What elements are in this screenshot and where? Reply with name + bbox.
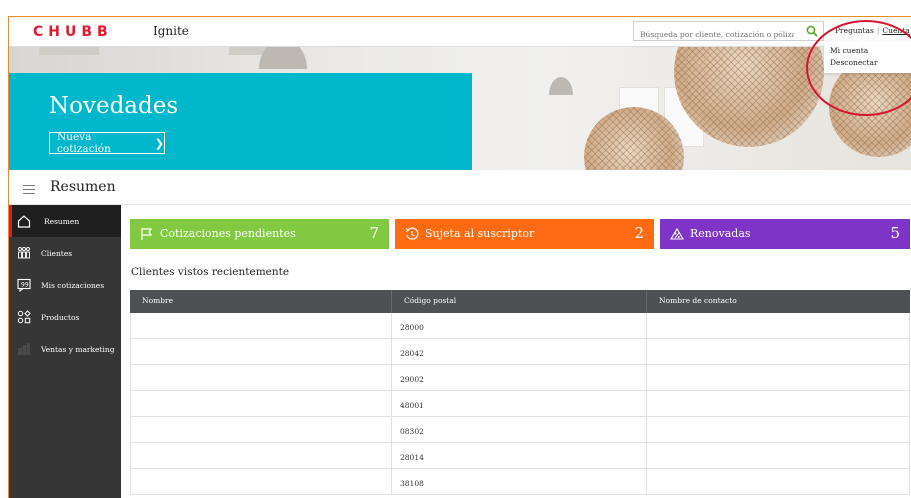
cell-contact: [647, 443, 910, 468]
chubb-logo[interactable]: CHUBB: [33, 23, 129, 39]
card-label: Cotizaciones pendientes: [160, 227, 296, 240]
questions-link[interactable]: Preguntas: [835, 26, 874, 35]
sidebar-item-label: Resumen: [44, 216, 80, 226]
pendant-lamp: [259, 47, 307, 69]
card-count: 5: [890, 224, 900, 242]
page-title: Resumen: [50, 179, 116, 195]
app-frame: CHUBB Ignite Preguntas|Cuenta Novedades …: [8, 16, 911, 498]
sidebar-item-label: Productos: [41, 312, 80, 322]
home-icon: [17, 215, 31, 228]
cell-contact: [647, 365, 910, 390]
cell-contact: [647, 313, 910, 338]
sidebar-item-ventas-marketing[interactable]: Ventas y marketing: [9, 333, 121, 365]
sidebar-item-label: Clientes: [41, 248, 73, 258]
flag-icon: [141, 228, 153, 240]
recent-clients-title: Clientes vistos recientemente: [131, 266, 290, 278]
pendant-lamp: [549, 77, 573, 95]
svg-text:CHUBB: CHUBB: [33, 24, 113, 39]
table-row[interactable]: 38108: [130, 469, 910, 495]
cell-postal-code: 29002: [392, 365, 647, 390]
cell-name: [130, 339, 392, 364]
cell-postal-code: 28014: [392, 443, 647, 468]
page-title-bar: Resumen: [9, 170, 911, 205]
table-row[interactable]: 28042: [130, 339, 910, 365]
cell-postal-code: 28000: [392, 313, 647, 338]
cell-postal-code: 38108: [392, 469, 647, 494]
cell-postal-code: 28042: [392, 339, 647, 364]
hamburger-menu-icon[interactable]: [23, 185, 35, 194]
table-row[interactable]: 29002: [130, 365, 910, 391]
new-quote-label: Nueva cotización: [57, 131, 111, 155]
sidebar-item-clientes[interactable]: Clientes: [9, 237, 121, 269]
link-separator: |: [876, 26, 880, 35]
quotes-icon: 99: [17, 278, 31, 292]
svg-text:99: 99: [21, 282, 29, 289]
sidebar-item-mis-cotizaciones[interactable]: 99 Mis cotizaciones: [9, 269, 121, 301]
cell-contact: [647, 391, 910, 416]
cell-name: [130, 313, 392, 338]
table-row[interactable]: 28000: [130, 313, 910, 339]
column-header-contact[interactable]: Nombre de contacto: [647, 290, 910, 313]
table-header: Nombre Código postal Nombre de contacto: [130, 290, 910, 313]
pending-quotes-card[interactable]: Cotizaciones pendientes 7: [130, 219, 389, 249]
cell-name: [130, 443, 392, 468]
cell-contact: [647, 469, 910, 494]
table-row[interactable]: 48001: [130, 391, 910, 417]
sidebar: Resumen Clientes 99 Mis cotizaciones Pro…: [9, 205, 121, 498]
cell-contact: [647, 417, 910, 442]
cell-name: [130, 391, 392, 416]
clients-icon: [18, 247, 30, 259]
top-header: CHUBB Ignite Preguntas|Cuenta: [9, 17, 911, 47]
renewed-card[interactable]: Renovadas 5: [660, 219, 910, 249]
hero-title: Novedades: [49, 93, 179, 119]
cell-name: [130, 469, 392, 494]
recent-clients-table: Nombre Código postal Nombre de contacto …: [130, 290, 910, 495]
sidebar-item-productos[interactable]: Productos: [9, 301, 121, 333]
app-title: Ignite: [153, 24, 189, 38]
column-header-name[interactable]: Nombre: [130, 290, 392, 313]
cell-name: [130, 365, 392, 390]
search-box[interactable]: [633, 21, 824, 44]
products-icon: [17, 310, 31, 324]
marketing-icon: [18, 343, 30, 355]
sidebar-item-resumen[interactable]: Resumen: [9, 205, 121, 237]
top-links: Preguntas | Cuenta: [835, 26, 910, 35]
table-row[interactable]: 28014: [130, 443, 910, 469]
card-label: Renovadas: [690, 227, 751, 240]
new-quote-button[interactable]: Nueva cotización ❯: [49, 131, 165, 155]
chevron-right-icon: ❯: [154, 136, 164, 150]
card-count: 7: [369, 224, 379, 242]
hero-banner: Novedades Nueva cotización ❯: [9, 47, 911, 170]
promo-panel: Novedades Nueva cotización ❯: [9, 73, 472, 170]
card-count: 2: [634, 224, 644, 242]
sidebar-item-label: Ventas y marketing: [41, 344, 115, 354]
cell-postal-code: 48001: [392, 391, 647, 416]
ceiling-beam: [39, 47, 99, 55]
cell-postal-code: 08302: [392, 417, 647, 442]
cell-name: [130, 417, 392, 442]
menu-item-my-account[interactable]: Mi cuenta: [830, 45, 911, 57]
cell-contact: [647, 339, 910, 364]
table-row[interactable]: 08302: [130, 417, 910, 443]
account-link[interactable]: Cuenta: [882, 26, 909, 35]
clock-icon: [405, 227, 419, 240]
column-header-postal-code[interactable]: Código postal: [392, 290, 647, 313]
search-input[interactable]: [634, 25, 794, 44]
underwriter-card[interactable]: Sujeta al suscriptor 2: [395, 219, 654, 249]
card-label: Sujeta al suscriptor: [425, 227, 535, 240]
percent-icon: [670, 227, 684, 240]
sidebar-item-label: Mis cotizaciones: [41, 280, 105, 290]
menu-item-logout[interactable]: Desconectar: [830, 57, 911, 69]
search-icon[interactable]: [806, 25, 818, 37]
account-dropdown: Mi cuenta Desconectar: [824, 41, 911, 73]
